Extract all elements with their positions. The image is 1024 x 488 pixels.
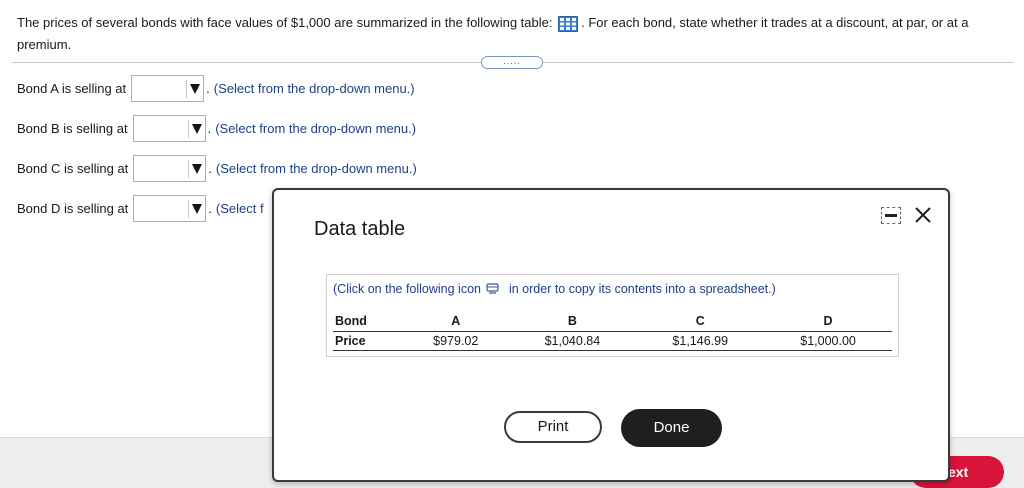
table-cell: $1,040.84 [508,331,637,351]
table-header: C [636,312,765,332]
question-text-before: The prices of several bonds with face va… [17,15,553,30]
bond-c-dropdown[interactable] [133,154,207,182]
expand-toggle-button[interactable]: ..... [481,56,543,69]
minimize-icon[interactable] [881,207,901,224]
data-table-container: (Click on the following icon in order to… [326,274,899,357]
bond-c-hint: (Select from the drop-down menu.) [215,160,417,176]
table-header: A [403,312,509,332]
dropdown-arrow-icon[interactable] [187,119,205,138]
table-cell: $1,000.00 [764,331,892,351]
done-button[interactable]: Done [621,409,722,447]
bond-row-d: Bond D is selling at . (Select f [17,194,264,222]
bond-b-label: Bond B is selling at [17,120,128,136]
bond-d-hint: (Select f [215,200,264,216]
table-cell: $979.02 [403,331,509,351]
copy-hint-before: (Click on the following icon [333,282,481,296]
table-cell: Price [333,331,403,351]
dialog-title: Data table [314,218,406,240]
copy-hint: (Click on the following icon in order to… [333,282,776,296]
bond-b-period: . [207,120,212,136]
dropdown-arrow-icon[interactable] [188,199,205,218]
table-header: B [508,312,637,332]
table-cell: $1,146.99 [636,331,765,351]
bond-row-c: Bond C is selling at . (Select from the … [17,154,417,182]
bond-b-dropdown[interactable] [132,114,206,142]
bond-price-table: Bond A B C D Price $979.02 $1,040.84 $1,… [333,312,892,351]
bond-a-dropdown[interactable] [131,74,205,102]
table-header: D [764,312,892,332]
bond-a-hint: (Select from the drop-down menu.) [213,80,415,96]
bond-c-label: Bond C is selling at [17,160,129,176]
close-icon[interactable] [912,204,934,226]
table-row: Price $979.02 $1,040.84 $1,146.99 $1,000… [333,331,892,351]
bond-d-dropdown[interactable] [133,194,207,222]
data-table-grid-icon[interactable] [558,15,579,32]
bond-b-hint: (Select from the drop-down menu.) [215,120,417,136]
copy-hint-after: in order to copy its contents into a spr… [508,282,776,296]
bond-d-period: . [208,200,212,216]
bond-a-label: Bond A is selling at [17,80,127,96]
dropdown-arrow-icon[interactable] [188,159,205,178]
dropdown-arrow-icon[interactable] [186,79,203,98]
bond-d-label: Bond D is selling at [17,200,129,216]
copy-to-spreadsheet-icon[interactable] [486,283,500,294]
table-header-row: Bond A B C D [333,312,892,332]
bond-a-period: . [206,80,210,96]
table-header: Bond [333,312,403,332]
data-table-dialog: Data table (Click on the following icon … [272,188,950,482]
question-text: The prices of several bonds with face va… [17,12,1007,56]
bond-row-b: Bond B is selling at . (Select from the … [17,114,416,142]
bond-c-period: . [208,160,212,176]
bond-row-a: Bond A is selling at . (Select from the … [17,74,415,102]
print-button[interactable]: Print [504,411,602,443]
